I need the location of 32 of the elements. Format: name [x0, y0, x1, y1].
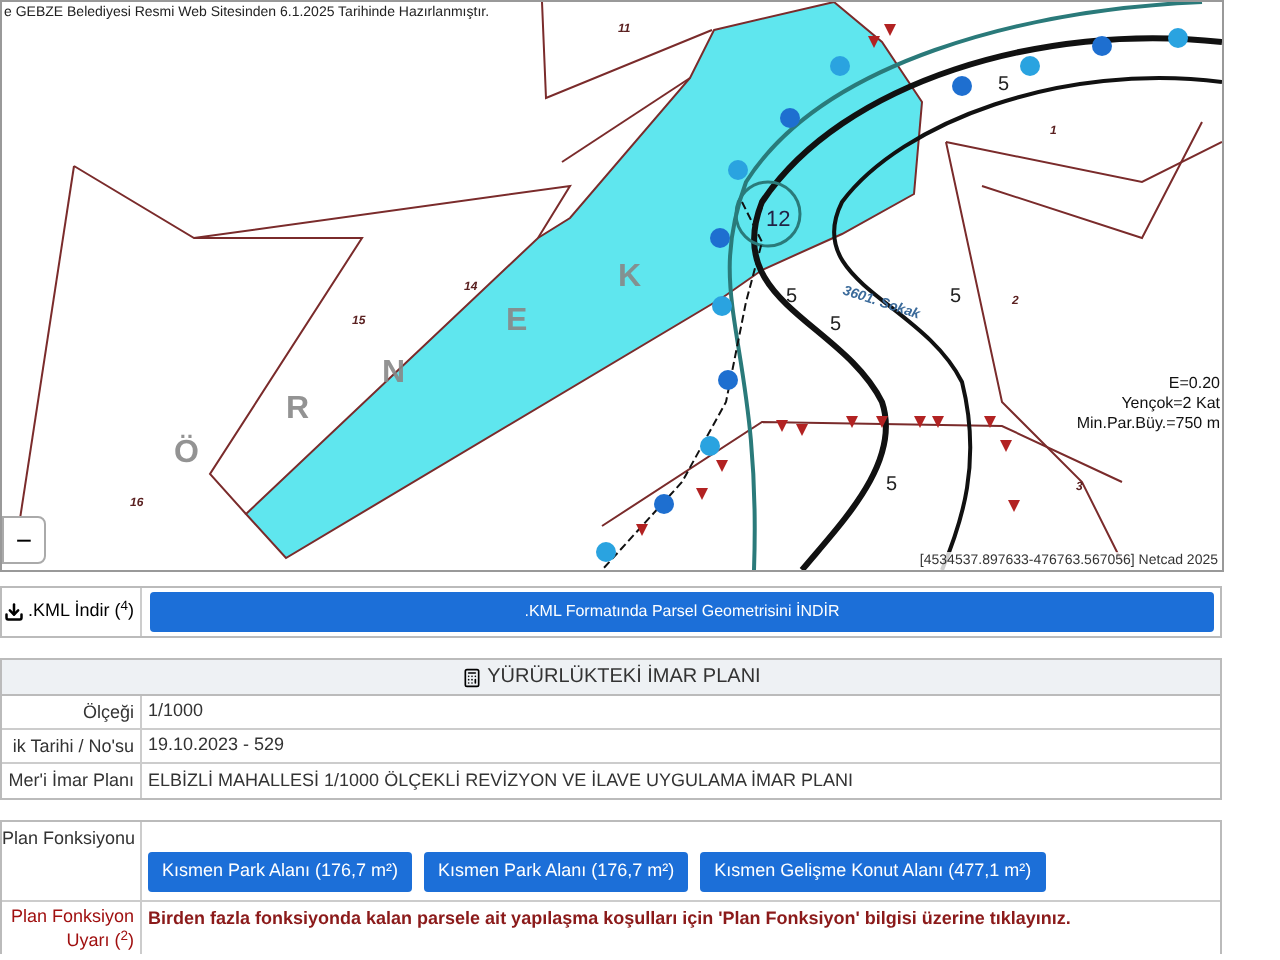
- plan-title: YÜRÜRLÜKTEKİ İMAR PLANI: [487, 662, 761, 692]
- map-letter: K: [618, 260, 642, 294]
- road-width-label: 5: [830, 314, 842, 336]
- plan-function-button[interactable]: Kısmen Park Alanı (176,7 m²): [424, 852, 689, 892]
- plan-function-button[interactable]: Kısmen Gelişme Konut Alanı (477,1 m²): [700, 852, 1046, 892]
- row-value: 1/1000: [146, 698, 204, 725]
- road-width-label: 5: [786, 286, 798, 308]
- map-letter: R: [286, 392, 310, 426]
- zoning-note: Min.Par.Büy.=750 m: [1076, 414, 1220, 432]
- plan-function-button[interactable]: Kısmen Park Alanı (176,7 m²): [148, 852, 413, 892]
- row-value: ELBİZLİ MAHALLESİ 1/1000 ÖLÇEKLİ REVİZYON VE İLAVE UYGULAMA İMAR PLANI: [146, 767, 853, 794]
- road-width-label: 5: [950, 286, 962, 308]
- row-label: Plan Fonksiyon Uyarı ($^{2}$): [2, 902, 142, 954]
- map-letter: Ö: [174, 436, 199, 470]
- map-letter: N: [382, 356, 406, 390]
- row-label: Ölçeği: [2, 696, 142, 728]
- zoning-note: Yençok=2 Kat: [1121, 394, 1220, 412]
- zoning-note: E=0.20: [1168, 374, 1220, 392]
- row-value: 19.10.2023 - 529: [146, 732, 285, 759]
- row-label: ik Tarihi / No'su: [2, 730, 142, 762]
- calculator-icon: [461, 667, 482, 687]
- map-letter: E: [506, 304, 528, 338]
- kml-download-button[interactable]: .KML Formatında Parsel Geometrisini İNDİR: [150, 592, 1214, 632]
- road-width-label: 5: [886, 474, 898, 496]
- row-label: Mer'i İmar Planı: [2, 764, 142, 798]
- kml-label: .KML İndir ($^{4}$): [28, 598, 134, 625]
- warning-text: Birden fazla fonksiyonda kalan parsele ait yapılaşma koşulları için 'Plan Fonksiyon' bilgisi üzerine tıklayınız.: [148, 906, 1071, 930]
- zoom-out-button[interactable]: −: [2, 516, 46, 564]
- download-icon: [4, 602, 25, 622]
- row-label: Plan Fonksiyonu: [2, 822, 142, 900]
- parcel-number: 12: [766, 208, 791, 232]
- road-width-label: 5: [998, 74, 1010, 96]
